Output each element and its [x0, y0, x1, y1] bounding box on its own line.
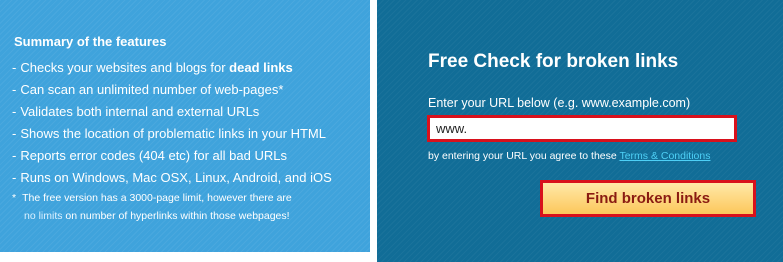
features-title: Summary of the features	[14, 34, 167, 49]
agreement-prefix: by entering your URL you agree to these	[428, 150, 620, 162]
feature-text: Validates both internal and external URL…	[20, 104, 260, 119]
feature-text: Checks your websites and blogs for	[20, 60, 230, 75]
url-input[interactable]	[427, 115, 737, 142]
bullet-dash: -	[12, 104, 17, 119]
feature-item: - Runs on Windows, Mac OSX, Linux, Androi…	[12, 167, 370, 189]
feature-item: - Shows the location of problematic links…	[12, 123, 370, 145]
feature-bold-text: dead links	[229, 60, 293, 75]
no-limits-link[interactable]: no limits	[24, 210, 63, 222]
footnote-text-rest: on number of hyperlinks within those web…	[62, 210, 290, 222]
find-broken-links-button[interactable]: Find broken links	[540, 180, 756, 217]
bullet-dash: -	[12, 60, 17, 75]
footnote-star: *	[12, 192, 17, 204]
footnote-text: The free version has a 3000-page limit, …	[22, 192, 292, 204]
footnote-line-2: no limits on number of hyperlinks within…	[12, 207, 370, 225]
feature-item: - Reports error codes (404 etc) for all b…	[12, 145, 370, 167]
footnote-line-1: * The free version has a 3000-page limit,…	[12, 189, 370, 207]
feature-text: Reports error codes (404 etc) for all ba…	[20, 148, 287, 163]
feature-item: - Checks your websites and blogs for dead…	[12, 57, 370, 79]
page: Summary of the features - Checks your web…	[0, 0, 783, 262]
url-label: Enter your URL below (e.g. www.example.c…	[428, 96, 691, 110]
feature-item: - Can scan an unlimited number of web-pag…	[12, 79, 370, 101]
feature-item: - Validates both internal and external UR…	[12, 101, 370, 123]
footnote: * The free version has a 3000-page limit,…	[12, 189, 370, 225]
bullet-dash: -	[12, 126, 17, 141]
check-title: Free Check for broken links	[428, 51, 679, 72]
features-panel: Summary of the features - Checks your web…	[0, 0, 370, 252]
bullet-dash: -	[12, 148, 17, 163]
feature-text: Runs on Windows, Mac OSX, Linux, Android…	[20, 170, 332, 185]
agreement-text: by entering your URL you agree to these …	[428, 150, 711, 162]
bullet-dash: -	[12, 170, 17, 185]
feature-list: - Checks your websites and blogs for dead…	[12, 57, 370, 189]
check-panel: Free Check for broken links Enter your U…	[377, 0, 783, 262]
feature-text: Shows the location of problematic links …	[20, 126, 326, 141]
bullet-dash: -	[12, 82, 17, 97]
terms-conditions-link[interactable]: Terms & Conditions	[619, 150, 710, 162]
feature-text: Can scan an unlimited number of web-page…	[20, 82, 284, 97]
